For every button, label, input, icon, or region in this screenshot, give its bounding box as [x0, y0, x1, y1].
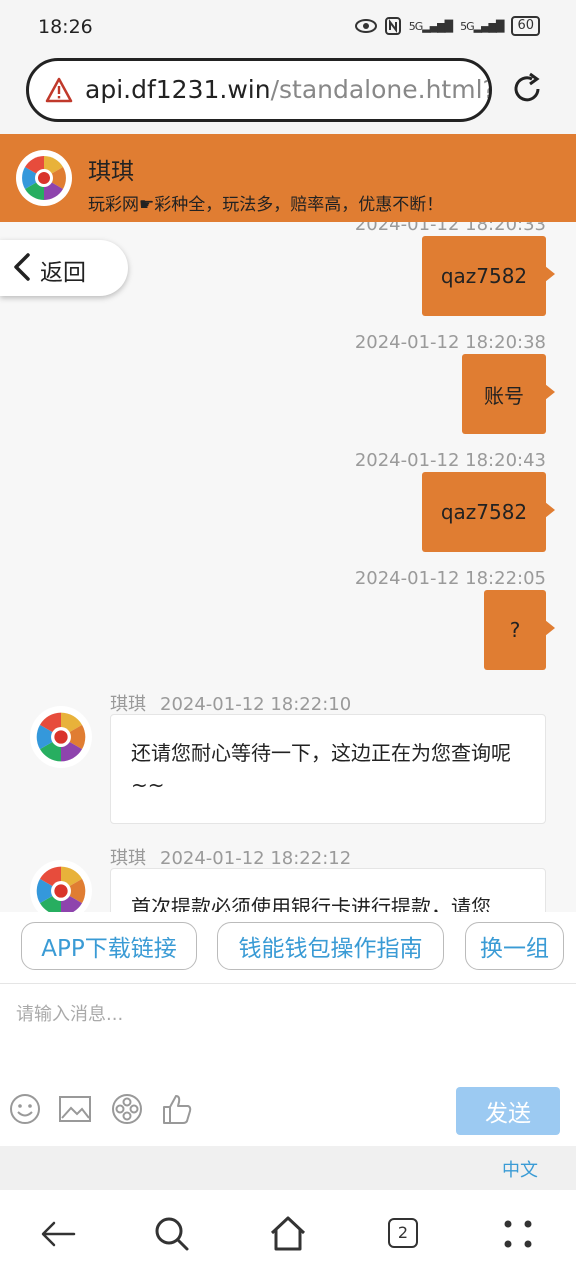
url-domain: api.df1231.win — [85, 75, 271, 104]
status-bar: 18:26 5G▂▄▆█ 5G▂▄▆█ 60 — [0, 0, 576, 56]
thumbs-up-icon[interactable] — [160, 1092, 194, 1126]
status-icons: 5G▂▄▆█ 5G▂▄▆█ 60 — [354, 16, 540, 36]
emoji-icon[interactable] — [8, 1092, 42, 1126]
status-time: 18:26 — [38, 16, 93, 38]
agent-avatar — [30, 706, 92, 768]
agent-name: 琪琪 — [88, 159, 134, 185]
battery-icon: 60 — [511, 16, 540, 36]
sent-message[interactable]: qaz7582 — [422, 472, 555, 552]
quick-reply-app-download[interactable]: APP下载链接 — [21, 922, 197, 970]
sent-message[interactable]: 账号 — [462, 354, 555, 434]
sent-message[interactable]: qaz7582 — [422, 236, 555, 316]
back-button[interactable]: 返回 — [0, 240, 128, 296]
back-label: 返回 — [40, 260, 86, 286]
message-meta: 琪琪 2024-01-12 18:22:10 — [110, 690, 351, 716]
lottery-logo-icon — [36, 712, 86, 762]
url-text[interactable]: api.df1231.win/standalone.html? — [85, 75, 492, 104]
language-switch[interactable]: 中文 — [502, 1156, 538, 1182]
message-timestamp: 2024-01-12 18:20:43 — [354, 450, 546, 471]
home-icon[interactable] — [268, 1214, 308, 1254]
lottery-logo-icon — [22, 156, 66, 200]
browser-nav-bar: 2 — [0, 1190, 576, 1280]
lottery-logo-icon — [36, 866, 86, 912]
chevron-left-icon — [14, 253, 30, 281]
image-icon[interactable] — [58, 1092, 92, 1126]
message-timestamp: 2024-01-12 18:22:10 — [160, 694, 352, 715]
message-timestamp: 2024-01-12 18:22:12 — [160, 848, 352, 869]
agent-slogan: 玩彩网☛彩种全，玩法多，赔率高，优惠不断！ — [88, 195, 444, 215]
message-meta: 琪琪 2024-01-12 18:22:12 — [110, 844, 351, 870]
sender-name: 琪琪 — [110, 848, 146, 869]
url-path: /standalone.html? — [270, 75, 492, 104]
sent-message[interactable]: ? — [484, 590, 555, 670]
nfc-icon — [384, 17, 401, 35]
back-arrow-icon[interactable] — [38, 1214, 78, 1254]
warning-icon[interactable] — [45, 77, 73, 103]
received-message[interactable]: 还请您耐心等待一下，这边正在为您查询呢~~ — [110, 714, 546, 824]
quick-reply-refresh[interactable]: 换一组 — [465, 922, 564, 970]
received-message[interactable]: 首次提款必须使用银行卡进行提款，请您 — [110, 868, 546, 912]
message-timestamp: 2024-01-12 18:22:05 — [354, 568, 546, 589]
tabs-button[interactable]: 2 — [384, 1214, 424, 1254]
quick-reply-bar: APP下载链接 钱能钱包操作指南 换一组 — [0, 912, 576, 984]
send-button[interactable]: 发送 — [456, 1087, 560, 1135]
sender-name: 琪琪 — [110, 694, 146, 715]
search-icon[interactable] — [152, 1214, 192, 1254]
agent-logo — [16, 150, 72, 206]
tab-count: 2 — [388, 1218, 418, 1248]
eye-icon — [354, 19, 377, 33]
address-bar[interactable]: api.df1231.win/standalone.html? — [26, 58, 492, 122]
language-bar: 中文 — [0, 1146, 576, 1190]
reload-icon[interactable] — [510, 72, 544, 106]
message-timestamp: 2024-01-12 18:20:38 — [354, 332, 546, 353]
menu-grid-icon[interactable] — [498, 1214, 538, 1254]
quick-reply-wallet-guide[interactable]: 钱能钱包操作指南 — [217, 922, 444, 970]
message-composer: 请输入消息... 发送 — [0, 984, 576, 1146]
signal-icon-2: 5G▂▄▆█ — [460, 19, 504, 33]
agent-avatar — [30, 860, 92, 912]
signal-icon: 5G▂▄▆█ — [408, 19, 453, 33]
chat-area[interactable]: 返回 2024-01-12 18:20:33 qaz7582 2024-01-1… — [0, 222, 576, 912]
browser-toolbar: api.df1231.win/standalone.html? — [0, 56, 576, 134]
message-input[interactable]: 请输入消息... — [16, 1000, 123, 1026]
video-reel-icon[interactable] — [110, 1092, 144, 1126]
chat-header: 琪琪 玩彩网☛彩种全，玩法多，赔率高，优惠不断！ — [0, 134, 576, 222]
message-timestamp: 2024-01-12 18:20:33 — [354, 222, 546, 235]
